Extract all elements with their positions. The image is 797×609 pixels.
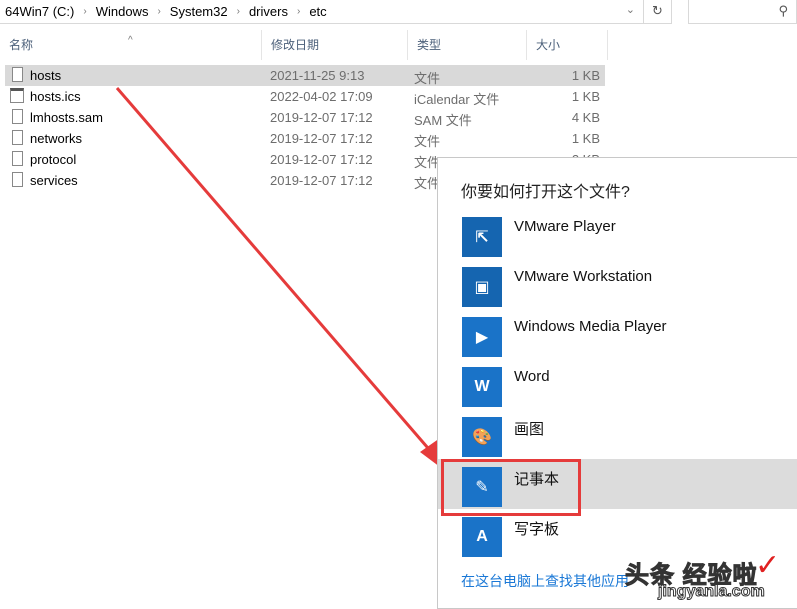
word-icon: W	[462, 367, 502, 407]
app-label: 画图	[514, 421, 545, 438]
app-label: Windows Media Player	[514, 318, 667, 335]
app-label: 写字板	[514, 521, 560, 538]
app-option[interactable]: A 写字板	[438, 509, 797, 559]
watermark-check-icon: ✓	[755, 549, 781, 582]
find-other-app-link[interactable]: 在这台电脑上查找其他应用	[461, 571, 629, 591]
app-label: Word	[514, 368, 550, 385]
wordpad-icon: A	[462, 517, 502, 557]
app-label: VMware Workstation	[514, 268, 653, 285]
watermark-url: jingyanla.com	[658, 583, 766, 601]
app-option[interactable]: W Word	[438, 359, 797, 409]
vmware-workstation-icon: ▣	[462, 267, 502, 307]
app-label: VMware Player	[514, 218, 616, 235]
app-option[interactable]: ▣ VMware Workstation	[438, 259, 797, 309]
annotation-highlight-box	[441, 459, 581, 516]
media-player-icon: ▶	[462, 317, 502, 357]
app-option[interactable]: ▶ Windows Media Player	[438, 309, 797, 359]
app-option[interactable]: 🎨 画图	[438, 409, 797, 459]
vmware-player-icon: ⇱	[462, 217, 502, 257]
app-option[interactable]: ⇱ VMware Player	[438, 209, 797, 259]
paint-icon: 🎨	[462, 417, 502, 457]
dialog-title: 你要如何打开这个文件?	[461, 184, 630, 201]
open-with-dialog: 你要如何打开这个文件? ⇱ VMware Player ▣ VMware Work…	[437, 157, 797, 609]
